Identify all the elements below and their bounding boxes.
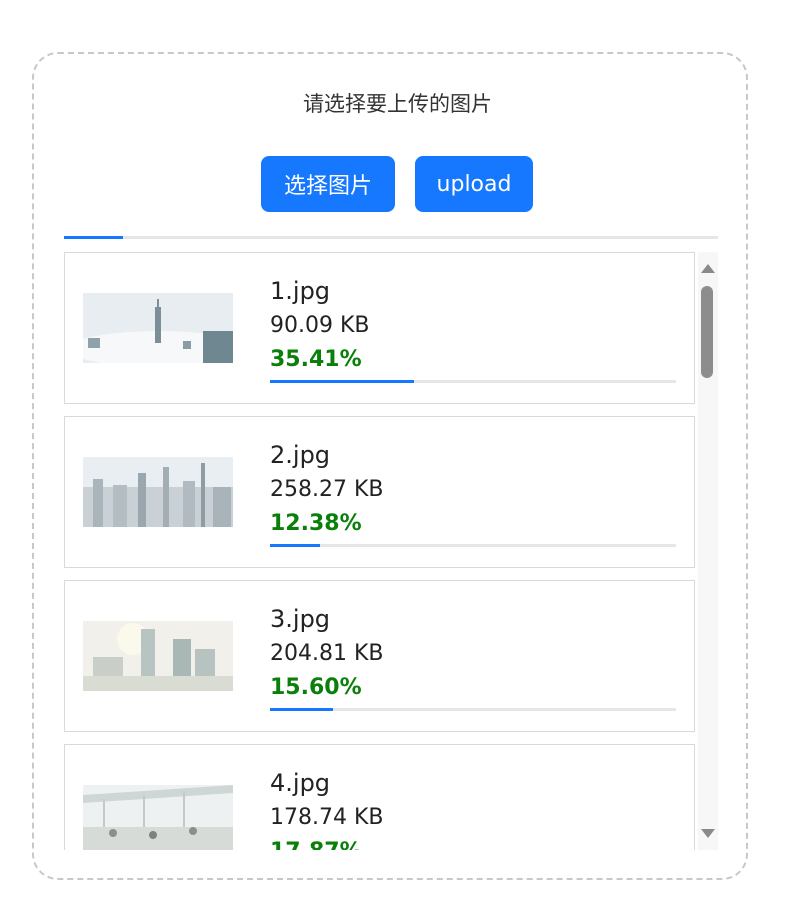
file-progress-fill	[270, 544, 321, 547]
overall-progress-track	[64, 236, 718, 239]
file-size: 204.81 KB	[270, 641, 384, 666]
file-item: 1.jpg 90.09 KB 35.41%	[64, 252, 695, 404]
scroll-down-arrow-icon[interactable]	[701, 829, 715, 838]
overall-progress-fill	[64, 236, 123, 239]
file-progress-fill	[270, 380, 414, 383]
file-progress-track	[270, 544, 676, 547]
file-list[interactable]: 1.jpg 90.09 KB 35.41% 2.jpg 258.27 KB 12…	[64, 252, 718, 850]
file-progress-fill	[270, 708, 334, 711]
file-progress-track	[270, 380, 676, 383]
file-item: 3.jpg 204.81 KB 15.60%	[64, 580, 695, 732]
upload-percent: 12.38%	[270, 511, 362, 536]
file-item: 4.jpg 178.74 KB 17.87%	[64, 744, 695, 850]
thumbnail-image	[83, 785, 233, 850]
scroll-up-arrow-icon[interactable]	[701, 264, 715, 273]
thumbnail-image	[83, 621, 233, 691]
file-size: 258.27 KB	[270, 477, 384, 502]
file-progress-track	[270, 708, 676, 711]
file-size: 178.74 KB	[270, 805, 384, 830]
page-title: 请选择要上传的图片	[303, 92, 492, 116]
file-name: 2.jpg	[270, 441, 331, 469]
upload-percent: 35.41%	[270, 347, 362, 372]
file-name: 3.jpg	[270, 605, 331, 633]
file-name: 1.jpg	[270, 277, 331, 305]
thumbnail-image	[83, 457, 233, 527]
file-size: 90.09 KB	[270, 313, 370, 338]
upload-percent: 15.60%	[270, 675, 362, 700]
upload-button[interactable]: upload	[415, 156, 533, 212]
file-item: 2.jpg 258.27 KB 12.38%	[64, 416, 695, 568]
choose-images-button[interactable]: 选择图片	[261, 156, 395, 212]
file-name: 4.jpg	[270, 769, 331, 797]
vertical-scrollbar[interactable]	[698, 252, 718, 850]
thumbnail-image	[83, 293, 233, 363]
upload-percent: 17.87%	[270, 839, 362, 850]
scrollbar-thumb[interactable]	[701, 286, 713, 378]
